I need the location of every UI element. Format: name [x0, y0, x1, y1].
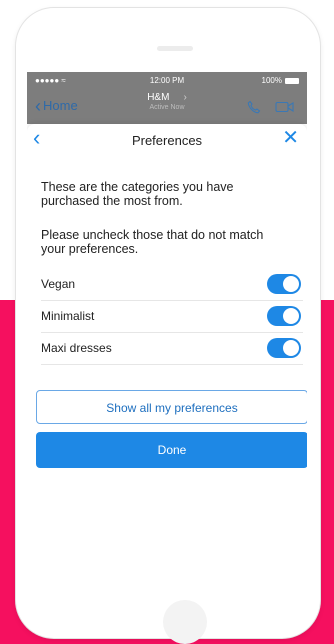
toggle-knob — [283, 340, 299, 356]
battery-status: 100% — [262, 76, 299, 85]
preference-label: Minimalist — [41, 309, 95, 323]
intro-text: These are the categories you have purcha… — [41, 180, 234, 208]
video-icon[interactable] — [275, 101, 295, 113]
preference-label: Maxi dresses — [41, 341, 112, 355]
sheet-header: ‹ Preferences ✕ — [27, 124, 307, 156]
chat-title[interactable]: H&M › Active Now — [27, 92, 307, 111]
phone-icon[interactable] — [247, 100, 261, 114]
chat-contact-name: H&M — [147, 92, 170, 103]
chevron-right-icon: › — [183, 92, 187, 103]
phone-screen: ●●●●● ≈ 12:00 PM 100% ‹ Home H&M › Active… — [27, 72, 307, 590]
speaker-grille — [157, 46, 193, 51]
preference-toggle[interactable] — [267, 338, 301, 358]
home-button[interactable] — [163, 600, 207, 644]
toggle-knob — [283, 276, 299, 292]
chat-navigation-bar: ‹ Home H&M › Active Now — [27, 90, 307, 124]
preference-row-maxi-dresses[interactable]: Maxi dresses — [41, 332, 303, 365]
preference-toggle[interactable] — [267, 306, 301, 326]
preference-label: Vegan — [41, 277, 76, 291]
close-icon[interactable]: ✕ — [282, 128, 299, 148]
battery-percent: 100% — [261, 76, 282, 85]
status-bar: ●●●●● ≈ 12:00 PM 100% — [27, 72, 307, 88]
show-all-preferences-button[interactable]: Show all my preferences — [36, 390, 307, 424]
instruction-text: Please uncheck those that do not match y… — [41, 228, 264, 256]
sheet-title: Preferences — [131, 133, 203, 148]
toggle-knob — [283, 308, 299, 324]
preferences-sheet: ‹ Preferences ✕ These are the categories… — [27, 124, 307, 590]
battery-icon — [285, 77, 299, 84]
preference-toggle[interactable] — [267, 274, 301, 294]
preference-row-minimalist[interactable]: Minimalist — [41, 300, 303, 333]
chat-header-overlay: ●●●●● ≈ 12:00 PM 100% ‹ Home H&M › Active… — [27, 72, 307, 124]
chat-status: Active Now — [149, 104, 185, 111]
done-button[interactable]: Done — [36, 432, 307, 468]
preference-row-vegan[interactable]: Vegan — [41, 268, 303, 301]
